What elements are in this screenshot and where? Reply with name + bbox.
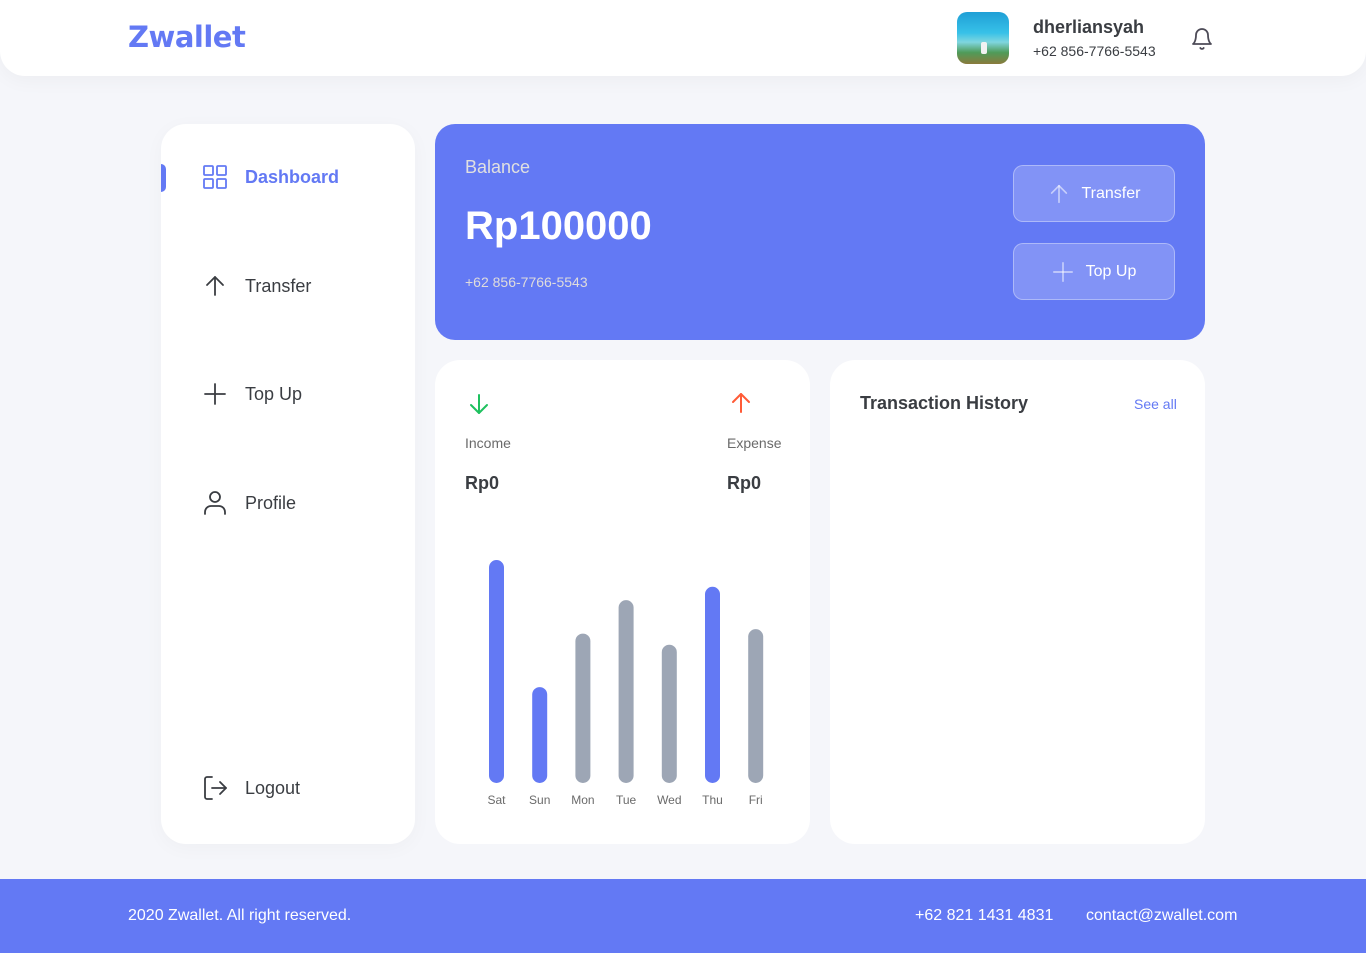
- logout-button[interactable]: Logout: [161, 770, 415, 806]
- income-value: Rp0: [465, 473, 500, 493]
- see-all-link[interactable]: See all: [1134, 396, 1177, 412]
- transfer-button-label: Transfer: [1081, 184, 1141, 202]
- chart-bar-tue: [618, 600, 634, 783]
- sidebar-item-transfer[interactable]: Transfer: [161, 268, 415, 304]
- topup-button[interactable]: Top Up: [1013, 243, 1175, 300]
- chart-bar-sat: [489, 560, 504, 783]
- logout-label: Logout: [245, 777, 301, 798]
- chart-bar-thu: [705, 586, 720, 783]
- footer-email[interactable]: contact@zwallet.com: [1086, 907, 1237, 925]
- chart-tick-label: Sat: [487, 793, 506, 807]
- topup-button-label: Top Up: [1085, 262, 1137, 280]
- sidebar-item-label: Profile: [245, 492, 297, 513]
- footer: 2020 Zwallet. All right reserved. +62 82…: [0, 879, 1366, 953]
- chart-bar-sun: [532, 687, 548, 783]
- chart-tick-label: Thu: [702, 793, 723, 807]
- brand-logo[interactable]: Zwallet: [128, 20, 246, 54]
- arrow-down-icon: [467, 392, 491, 416]
- sidebar: Dashboard Transfer Top Up Profile Logout: [161, 124, 415, 844]
- footer-phone[interactable]: +62 821 1431 4831: [915, 907, 1053, 925]
- chart-tick-label: Sun: [529, 793, 550, 807]
- user-icon: [202, 490, 228, 516]
- user-phone: +62 856-7766-5543: [1033, 43, 1156, 59]
- expense-label: Expense: [727, 435, 782, 451]
- balance-phone: +62 856-7766-5543: [465, 274, 588, 290]
- sidebar-item-label: Dashboard: [245, 166, 340, 187]
- sidebar-item-label: Top Up: [245, 383, 303, 404]
- sidebar-item-label: Transfer: [245, 275, 312, 296]
- transaction-history-card: Transaction History See all: [830, 360, 1205, 844]
- plus-icon: [202, 381, 228, 407]
- chart-tick-label: Tue: [616, 793, 637, 807]
- weekly-chart: Sat Sun Mon Tue Wed Thu Fri: [487, 560, 764, 807]
- balance-amount: Rp100000: [465, 204, 652, 248]
- arrow-up-icon: [202, 273, 228, 299]
- logout-icon: [202, 775, 228, 801]
- balance-card: Balance Rp100000 +62 856-7766-5543 Trans…: [435, 124, 1205, 340]
- stats-card: Income Rp0 Expense Rp0 Sat Sun Mon Tue Wed Th…: [435, 360, 810, 844]
- chart-tick-label: Wed: [657, 793, 681, 807]
- balance-label: Balance: [465, 157, 531, 177]
- top-header: Zwallet dherliansyah +62 856-7766-5543: [0, 0, 1366, 76]
- transaction-history-title: Transaction History: [860, 393, 1029, 413]
- chart-bar-fri: [748, 629, 764, 783]
- expense-value: Rp0: [727, 473, 762, 493]
- chart-bar-wed: [661, 644, 677, 783]
- plus-icon: [1052, 261, 1074, 283]
- transfer-button[interactable]: Transfer: [1013, 165, 1175, 222]
- chart-tick-label: Mon: [571, 793, 594, 807]
- sidebar-item-dashboard[interactable]: Dashboard: [161, 159, 415, 195]
- bell-icon[interactable]: [1190, 26, 1214, 52]
- sidebar-item-profile[interactable]: Profile: [161, 485, 415, 521]
- footer-copyright: 2020 Zwallet. All right reserved.: [128, 907, 352, 924]
- grid-icon: [202, 164, 228, 190]
- user-name: dherliansyah: [1033, 17, 1145, 37]
- chart-bar-mon: [575, 633, 591, 783]
- avatar[interactable]: [957, 12, 1009, 64]
- sidebar-item-topup[interactable]: Top Up: [161, 376, 415, 412]
- arrow-up-icon: [729, 391, 753, 415]
- income-label: Income: [465, 435, 511, 451]
- arrow-up-icon: [1048, 183, 1070, 205]
- avatar-figure: [981, 42, 987, 54]
- chart-tick-label: Fri: [749, 793, 763, 807]
